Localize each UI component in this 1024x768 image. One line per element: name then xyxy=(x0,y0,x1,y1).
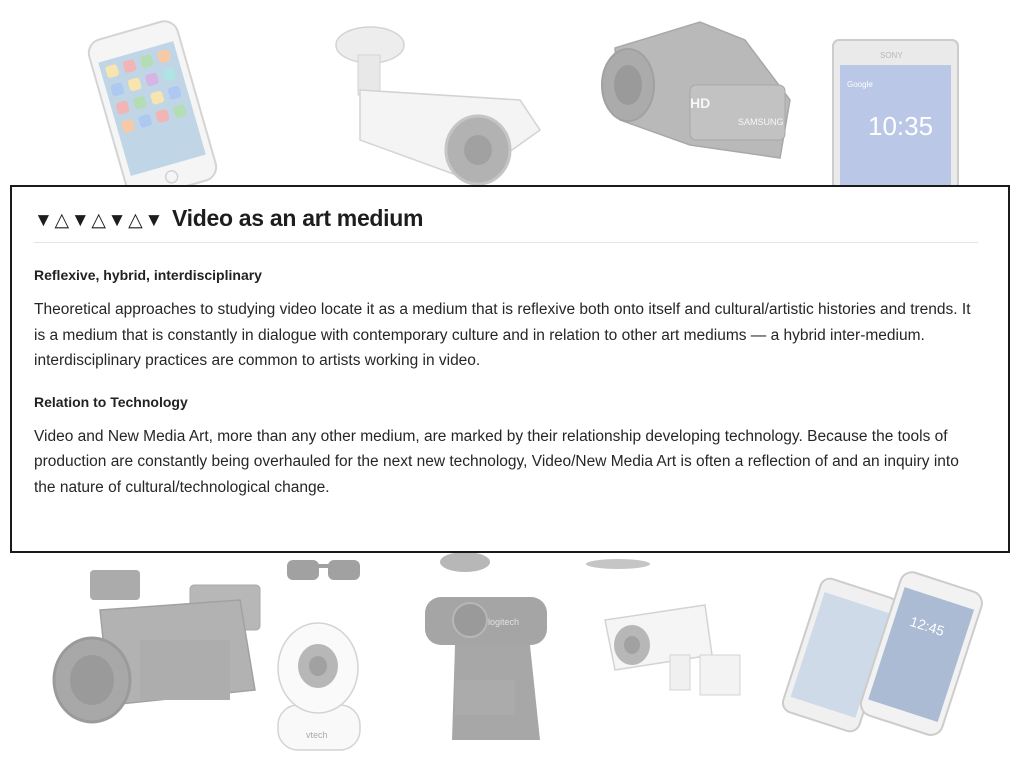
svg-text:vtech: vtech xyxy=(306,730,328,740)
svg-text:SAMSUNG: SAMSUNG xyxy=(738,117,784,127)
svg-text:SONY: SONY xyxy=(880,51,903,60)
bullet-camera-image xyxy=(335,26,542,186)
wall-camera-image xyxy=(604,604,741,696)
home-camera-image: vtech xyxy=(277,622,361,751)
partial-device-image xyxy=(440,552,490,572)
iphone-image xyxy=(87,20,218,200)
page-title: Video as an art medium xyxy=(172,205,424,231)
sony-phone-image: SONY Google 10:35 xyxy=(832,39,959,191)
svg-text:logitech: logitech xyxy=(488,617,519,627)
svg-text:10:35: 10:35 xyxy=(868,111,933,141)
triangle-icon: △ xyxy=(54,210,70,231)
video-camera-image: XDCAM xyxy=(52,570,261,724)
camcorder-image: HD SAMSUNG xyxy=(601,21,791,159)
triangle-icon: ▼ xyxy=(107,210,127,231)
triangle-icon: ▼ xyxy=(144,210,163,231)
panel-heading: ▼ △ ▼ △ ▼ △ ▼ Video as an art medium xyxy=(34,205,978,243)
galaxy-phones-image: 12:45 xyxy=(781,571,983,736)
partial-stand-image xyxy=(586,559,650,569)
triangle-icon: ▼ xyxy=(70,210,90,231)
triangle-icon: △ xyxy=(91,210,106,231)
section-heading: Relation to Technology xyxy=(34,393,188,410)
triangle-icon: △ xyxy=(128,210,143,231)
triangle-decoration: ▼ △ ▼ △ ▼ △ ▼ xyxy=(34,205,165,232)
section-body: Video and New Media Art, more than any o… xyxy=(34,427,959,496)
svg-text:Google: Google xyxy=(847,80,873,89)
svg-text:HD: HD xyxy=(690,95,710,111)
section-body: Theoretical approaches to studying video… xyxy=(34,301,971,369)
content-panel: ▼ △ ▼ △ ▼ △ ▼ Video as an art medium Reflexive… xyxy=(10,185,1010,553)
webcam-image: logitech xyxy=(425,597,547,740)
section-heading: Reflexive, hybrid, interdisciplinary xyxy=(34,267,262,283)
camera-glasses-image xyxy=(287,560,360,580)
triangle-icon: ▼ xyxy=(34,210,53,231)
